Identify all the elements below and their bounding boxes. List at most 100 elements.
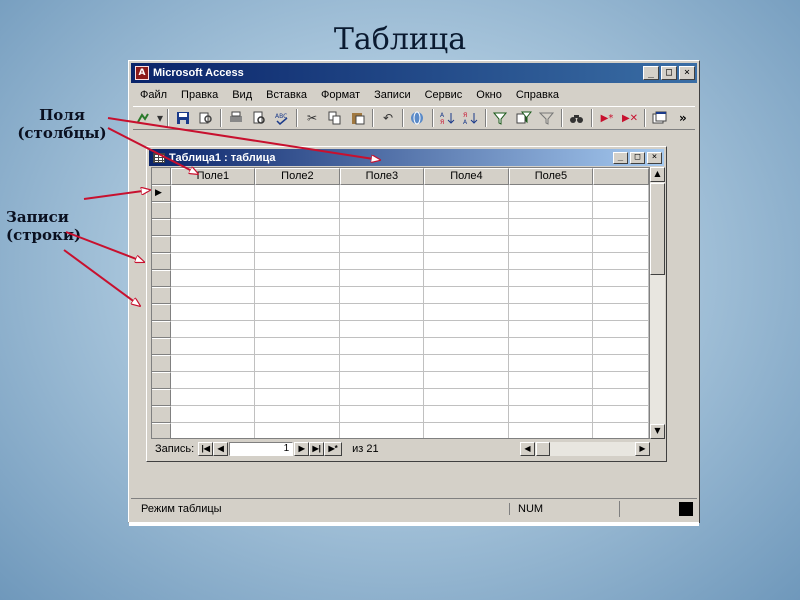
- menu-records[interactable]: Записи: [367, 89, 418, 101]
- table-cell[interactable]: [170, 321, 256, 338]
- table-row[interactable]: [152, 423, 649, 438]
- table-cell[interactable]: [424, 236, 509, 253]
- row-selector[interactable]: ▶: [152, 185, 171, 202]
- table-cell[interactable]: [508, 304, 594, 321]
- table-cell[interactable]: [424, 219, 509, 236]
- table-cell[interactable]: [424, 372, 509, 389]
- row-selector[interactable]: [152, 355, 171, 372]
- table-cell[interactable]: [170, 202, 256, 219]
- table-cell[interactable]: [255, 423, 340, 438]
- table-cell[interactable]: [339, 219, 425, 236]
- table-cell[interactable]: [508, 185, 594, 202]
- table-cell[interactable]: [508, 270, 594, 287]
- spelling-icon[interactable]: ABC: [271, 108, 293, 128]
- menu-format[interactable]: Формат: [314, 89, 367, 101]
- table-cell[interactable]: [170, 287, 256, 304]
- row-selector[interactable]: [152, 219, 171, 236]
- table-cell[interactable]: [508, 321, 594, 338]
- table-row[interactable]: [152, 287, 649, 304]
- first-record-icon[interactable]: |◀: [198, 442, 214, 456]
- new-record-nav-icon[interactable]: ▶*: [324, 442, 343, 456]
- table-cell[interactable]: [170, 406, 256, 423]
- table-cell[interactable]: [509, 423, 594, 438]
- table-cell[interactable]: [339, 321, 425, 338]
- column-header[interactable]: Поле5: [508, 168, 594, 185]
- table-cell[interactable]: [255, 253, 340, 270]
- toolbar-more-icon[interactable]: »: [679, 111, 695, 125]
- table-cell[interactable]: [508, 202, 594, 219]
- row-selector[interactable]: [152, 270, 171, 287]
- view-dropdown-icon[interactable]: ▾: [156, 108, 164, 128]
- table-cell[interactable]: [424, 406, 509, 423]
- sort-desc-icon[interactable]: ЯA: [460, 108, 482, 128]
- table-cell[interactable]: [170, 185, 256, 202]
- table-row[interactable]: [152, 338, 649, 355]
- menu-view[interactable]: Вид: [225, 89, 259, 101]
- table-cell[interactable]: [170, 338, 256, 355]
- table-cell[interactable]: [424, 338, 509, 355]
- table-cell[interactable]: [339, 406, 425, 423]
- table-cell[interactable]: [170, 372, 256, 389]
- table-cell[interactable]: [508, 406, 594, 423]
- find-icon[interactable]: [566, 108, 588, 128]
- table-cell[interactable]: [508, 355, 594, 372]
- print-preview-icon[interactable]: [248, 108, 270, 128]
- table-cell[interactable]: [255, 270, 340, 287]
- row-selector[interactable]: [152, 338, 171, 355]
- table-cell[interactable]: [255, 287, 340, 304]
- table-cell[interactable]: [255, 219, 340, 236]
- scroll-down-icon[interactable]: ▼: [650, 424, 665, 439]
- scroll-up-icon[interactable]: ▲: [650, 167, 665, 182]
- table-cell[interactable]: [255, 338, 340, 355]
- table-maximize-button[interactable]: □: [630, 151, 645, 164]
- table-cell[interactable]: [424, 355, 509, 372]
- table-cell[interactable]: [508, 287, 594, 304]
- table-cell[interactable]: [424, 287, 509, 304]
- print-icon[interactable]: [225, 108, 247, 128]
- menu-tools[interactable]: Сервис: [418, 89, 470, 101]
- table-cell[interactable]: [508, 372, 594, 389]
- minimize-button[interactable]: _: [643, 66, 659, 80]
- table-row[interactable]: [152, 270, 649, 287]
- row-selector[interactable]: [152, 202, 171, 219]
- table-cell[interactable]: [170, 355, 256, 372]
- new-record-icon[interactable]: ▶*: [596, 108, 618, 128]
- horizontal-scroll-thumb[interactable]: [536, 442, 550, 456]
- table-row[interactable]: [152, 304, 649, 321]
- record-number-input[interactable]: 1: [229, 442, 294, 456]
- row-selector[interactable]: [152, 372, 171, 389]
- vertical-scroll-thumb[interactable]: [650, 183, 665, 275]
- table-cell[interactable]: [339, 202, 425, 219]
- table-close-button[interactable]: ×: [647, 151, 662, 164]
- table-cell[interactable]: [339, 355, 425, 372]
- row-selector[interactable]: [152, 287, 171, 304]
- row-selector[interactable]: [152, 236, 171, 253]
- table-cell[interactable]: [170, 236, 256, 253]
- table-cell[interactable]: [255, 355, 340, 372]
- column-header[interactable]: Поле1: [170, 168, 256, 185]
- table-cell[interactable]: [339, 287, 425, 304]
- table-cell[interactable]: [339, 236, 425, 253]
- hyperlink-icon[interactable]: [407, 108, 429, 128]
- table-cell[interactable]: [255, 321, 340, 338]
- filter-form-icon[interactable]: [513, 108, 535, 128]
- menu-help[interactable]: Справка: [509, 89, 566, 101]
- row-selector[interactable]: [152, 423, 171, 438]
- table-cell[interactable]: [424, 185, 509, 202]
- table-cell[interactable]: [339, 389, 425, 406]
- select-all-cell[interactable]: [152, 168, 171, 185]
- menu-edit[interactable]: Правка: [174, 89, 225, 101]
- column-header[interactable]: Поле2: [255, 168, 340, 185]
- column-header[interactable]: Поле3: [339, 168, 425, 185]
- table-cell[interactable]: [424, 304, 509, 321]
- table-cell[interactable]: [170, 304, 256, 321]
- table-cell[interactable]: [424, 389, 509, 406]
- database-window-icon[interactable]: [649, 108, 671, 128]
- horizontal-scrollbar[interactable]: ◀ ▶: [520, 442, 650, 456]
- table-cell[interactable]: [339, 185, 425, 202]
- table-cell[interactable]: [424, 202, 509, 219]
- cut-icon[interactable]: ✂: [301, 108, 323, 128]
- table-cell[interactable]: [339, 304, 425, 321]
- table-row[interactable]: [152, 406, 649, 423]
- table-minimize-button[interactable]: _: [613, 151, 628, 164]
